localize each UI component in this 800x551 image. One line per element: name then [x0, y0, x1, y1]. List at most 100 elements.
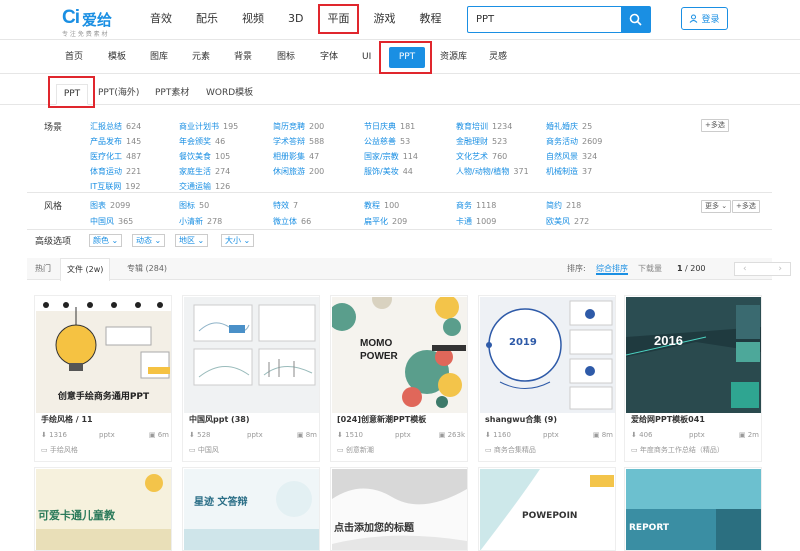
style-multi-select[interactable]: +多选 — [732, 200, 760, 213]
card-title[interactable]: [024]创意新潮PPT模板 — [337, 414, 463, 425]
filter-option[interactable]: 服饰/美妆 44 — [364, 166, 413, 177]
template-thumbnail[interactable]: POWEPOIN — [480, 469, 615, 550]
style-more-button[interactable]: 更多 ⌄ — [701, 200, 732, 213]
subnav-ui[interactable]: UI — [362, 41, 371, 73]
tab-files[interactable]: 文件 (2w) — [60, 258, 111, 281]
template-card[interactable]: 2016 爱给网PPT模板041 ⬇ 406 pptx ▣ 2m ▭ 年度商务工… — [624, 295, 762, 462]
filter-option[interactable]: 国家/宗教 114 — [364, 151, 418, 162]
template-thumbnail[interactable]: REPORT — [626, 469, 761, 550]
card-tag[interactable]: ▭ 手绘风格 — [41, 445, 78, 455]
subnav-font[interactable]: 字体 — [320, 41, 338, 73]
subnav-element[interactable]: 元素 — [192, 41, 210, 73]
filter-option[interactable]: 小清新 278 — [179, 216, 222, 227]
filter-option[interactable]: 交通运输 126 — [179, 181, 230, 192]
filter-option[interactable]: 中国风 365 — [90, 216, 133, 227]
card-tag[interactable]: ▭ 中国风 — [189, 445, 219, 455]
card-title[interactable]: shangwu合集 (9) — [485, 414, 611, 425]
card-tag[interactable]: ▭ 商务合集精品 — [485, 445, 536, 455]
template-card[interactable]: 可爱卡通儿童教 — [34, 467, 172, 551]
nav-item-tutorial[interactable]: 教程 — [419, 0, 441, 40]
select-region[interactable]: 地区 ⌄ — [175, 234, 209, 247]
nav-item-3d[interactable]: 3D — [288, 0, 303, 40]
filter-option[interactable]: 简约 218 — [546, 200, 581, 211]
filter-option[interactable]: 自然风景 324 — [546, 151, 597, 162]
scene-multi-select[interactable]: +多选 — [701, 119, 729, 132]
login-button[interactable]: 登录 — [681, 7, 728, 30]
filter-option[interactable]: 节日庆典 181 — [364, 121, 415, 132]
template-card[interactable]: 点击添加您的标题 — [330, 467, 468, 551]
filter-option[interactable]: 教育培训 1234 — [456, 121, 512, 132]
template-card[interactable]: MOMO POWER [024]创意新潮PPT模板 ⬇ 1510 pptx ▣ … — [330, 295, 468, 462]
card-title[interactable]: 手绘风格 / 11 — [41, 414, 167, 425]
filter-option[interactable]: 休闲旅游 200 — [273, 166, 324, 177]
filter-option[interactable]: 特效 7 — [273, 200, 298, 211]
filter-option[interactable]: 体育运动 221 — [90, 166, 141, 177]
template-card[interactable]: POWEPOIN — [478, 467, 616, 551]
nav-item-sound[interactable]: 音效 — [150, 0, 172, 40]
filter-option[interactable]: 微立体 66 — [273, 216, 311, 227]
filter-option[interactable]: IT互联网 192 — [90, 181, 141, 192]
site-logo[interactable]: Ci 爱给 专 注 免 费 素 材 — [62, 7, 132, 38]
next-page-icon[interactable]: › — [778, 263, 782, 275]
subnav-background[interactable]: 背景 — [234, 41, 252, 73]
card-title[interactable]: 中国风ppt (38) — [189, 414, 315, 425]
filter-option[interactable]: 图标 50 — [179, 200, 209, 211]
sort-downloads[interactable]: 下载量 — [638, 258, 662, 280]
subnav-home[interactable]: 首页 — [65, 41, 83, 73]
template-thumbnail[interactable]: 星迹 文答辩 — [184, 469, 319, 550]
subnav-gallery[interactable]: 图库 — [150, 41, 168, 73]
template-thumbnail[interactable]: MOMO POWER — [332, 297, 467, 413]
filter-option[interactable]: 商务 1118 — [456, 200, 496, 211]
tab-ppt-overseas[interactable]: PPT(海外) — [98, 85, 139, 98]
filter-option[interactable]: 婚礼婚庆 25 — [546, 121, 592, 132]
template-card[interactable]: REPORT — [624, 467, 762, 551]
filter-option[interactable]: 机械制造 37 — [546, 166, 592, 177]
filter-option[interactable]: 相册影集 47 — [273, 151, 319, 162]
template-card[interactable]: 2019 shangwu合集 (9) ⬇ 1160 pptx ▣ 8m ▭ 商务… — [478, 295, 616, 462]
filter-option[interactable]: 教程 100 — [364, 200, 399, 211]
select-size[interactable]: 大小 ⌄ — [221, 234, 255, 247]
prev-page-icon[interactable]: ‹ — [743, 263, 747, 275]
filter-option[interactable]: 产品发布 145 — [90, 136, 141, 147]
template-thumbnail[interactable]: 点击添加您的标题 — [332, 469, 467, 550]
filter-option[interactable]: 医疗化工 487 — [90, 151, 141, 162]
filter-option[interactable]: 金融理财 523 — [456, 136, 507, 147]
template-thumbnail[interactable] — [184, 297, 319, 413]
filter-option[interactable]: 学术答辩 588 — [273, 136, 324, 147]
filter-option[interactable]: 扁平化 209 — [364, 216, 407, 227]
filter-option[interactable]: 餐饮美食 105 — [179, 151, 230, 162]
filter-option[interactable]: 年会颁奖 46 — [179, 136, 225, 147]
select-color[interactable]: 颜色 ⌄ — [89, 234, 123, 247]
filter-option[interactable]: 公益慈善 53 — [364, 136, 410, 147]
filter-option[interactable]: 家庭生活 274 — [179, 166, 230, 177]
card-title[interactable]: 爱给网PPT模板041 — [631, 414, 757, 425]
card-tag[interactable]: ▭ 年度商务工作总结（精品） — [631, 445, 724, 455]
filter-option[interactable]: 简历竞聘 200 — [273, 121, 324, 132]
filter-option[interactable]: 人物/动物/植物 371 — [456, 166, 529, 177]
nav-item-music[interactable]: 配乐 — [196, 0, 218, 40]
nav-item-game[interactable]: 游戏 — [373, 0, 395, 40]
filter-option[interactable]: 文化艺术 760 — [456, 151, 507, 162]
subnav-inspiration[interactable]: 灵感 — [489, 41, 507, 73]
filter-option[interactable]: 商务活动 2609 — [546, 136, 602, 147]
template-card[interactable]: 星迹 文答辩 — [182, 467, 320, 551]
subnav-icon[interactable]: 图标 — [277, 41, 295, 73]
filter-option[interactable]: 汇报总结 624 — [90, 121, 141, 132]
nav-item-video[interactable]: 视频 — [242, 0, 264, 40]
filter-option[interactable]: 图表 2099 — [90, 200, 130, 211]
template-thumbnail[interactable]: 2019 — [480, 297, 615, 413]
template-card[interactable]: 创意手绘商务通用PPT 手绘风格 / 11 ⬇ 1316 pptx ▣ 6m ▭… — [34, 295, 172, 462]
filter-option[interactable]: 商业计划书 195 — [179, 121, 238, 132]
template-card[interactable]: 中国风ppt (38) ⬇ 528 pptx ▣ 8m ▭ 中国风 — [182, 295, 320, 462]
template-thumbnail[interactable]: 2016 — [626, 297, 761, 413]
tab-albums[interactable]: 专辑 (284) — [121, 258, 173, 280]
filter-option[interactable]: 卡通 1009 — [456, 216, 496, 227]
card-tag[interactable]: ▭ 创意新潮 — [337, 445, 374, 455]
template-thumbnail[interactable]: 可爱卡通儿童教 — [36, 469, 171, 550]
tab-ppt-material[interactable]: PPT素材 — [155, 85, 189, 98]
subnav-resource[interactable]: 资源库 — [440, 41, 467, 73]
search-input[interactable] — [468, 7, 623, 32]
tab-word-template[interactable]: WORD模板 — [206, 85, 253, 98]
tab-hot[interactable]: 热门 — [29, 258, 57, 280]
subnav-template[interactable]: 模板 — [108, 41, 126, 73]
